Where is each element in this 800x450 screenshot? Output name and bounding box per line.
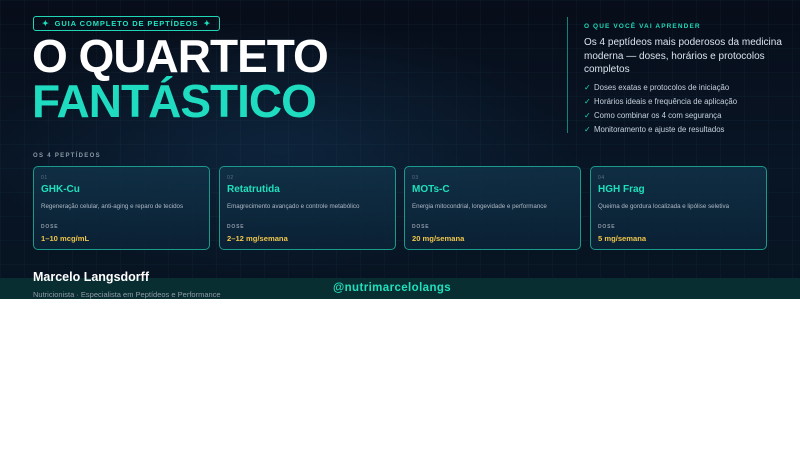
sparkle-icon: ✦	[203, 18, 212, 28]
learn-item-text: Como combinar os 4 com segurança	[594, 110, 722, 120]
dose-value: 20 mg/semana	[412, 234, 465, 243]
learn-item: ✓ Doses exatas e protocolos de iniciação	[584, 81, 737, 95]
learn-label: O QUE VOCÊ VAI APRENDER	[584, 23, 701, 30]
divider	[567, 17, 568, 133]
card-description: Emagrecimento avançado e controle metabó…	[227, 203, 360, 210]
sparkle-icon: ✦	[42, 18, 50, 28]
card-description: Queima de gordura localizada e lipólise …	[598, 203, 730, 210]
dose-value: 2–12 mg/semana	[227, 234, 288, 243]
card-number: 01	[41, 175, 48, 181]
learn-item: ✓ Horários ideais e frequência de aplicaç…	[584, 95, 737, 109]
badge-text: GUIA COMPLETO DE PEPTÍDEOS	[54, 19, 199, 28]
peptide-card: 04 HGH Frag Queima de gordura localizada…	[590, 166, 767, 250]
card-description: Energia mitocondrial, longevidade e perf…	[412, 203, 547, 210]
peptide-card: 03 MOTs-C Energia mitocondrial, longevid…	[404, 166, 581, 250]
author-name: Marcelo Langsdorff	[33, 270, 149, 284]
learn-item-text: Doses exatas e protocolos de iniciação	[594, 83, 730, 93]
author-role: Nutricionista · Especialista em Peptídeo…	[33, 290, 221, 299]
dose-label: DOSE	[598, 224, 616, 230]
section-label: OS 4 PEPTÍDEOS	[33, 153, 101, 159]
dose-label: DOSE	[227, 224, 245, 230]
guide-badge: ✦ GUIA COMPLETO DE PEPTÍDEOS ✦	[33, 16, 221, 31]
title-line-2: FANTÁSTICO	[32, 75, 317, 127]
check-icon: ✓	[584, 83, 591, 93]
check-icon: ✓	[584, 110, 591, 120]
learn-item: ✓ Como combinar os 4 com segurança	[584, 109, 737, 123]
social-handle[interactable]: @nutrimarcelolangs	[333, 282, 451, 294]
learn-item-text: Horários ideais e frequência de aplicaçã…	[594, 97, 738, 107]
card-number: 04	[598, 175, 605, 181]
learn-item: ✓ Monitoramento e ajuste de resultados	[584, 122, 737, 136]
card-name: MOTs-C	[412, 184, 450, 195]
card-description: Regeneração celular, anti-aging e reparo…	[41, 203, 184, 210]
dose-value: 1–10 mcg/mL	[41, 234, 90, 243]
card-number: 03	[412, 175, 419, 181]
dose-label: DOSE	[41, 224, 59, 230]
check-icon: ✓	[584, 124, 591, 134]
card-name: GHK-Cu	[41, 184, 80, 195]
learn-item-text: Monitoramento e ajuste de resultados	[594, 124, 725, 134]
learn-list: ✓ Doses exatas e protocolos de iniciação …	[584, 81, 737, 136]
check-icon: ✓	[584, 97, 591, 107]
hero-slide: ✦ GUIA COMPLETO DE PEPTÍDEOS ✦ O QUARTET…	[0, 0, 800, 299]
dose-value: 5 mg/semana	[598, 234, 647, 243]
card-name: Retatrutida	[227, 184, 280, 195]
learn-intro: Os 4 peptídeos mais poderosos da medicin…	[584, 37, 782, 75]
peptide-card: 01 GHK-Cu Regeneração celular, anti-agin…	[33, 166, 210, 250]
title-line-1: O QUARTETO	[32, 30, 329, 82]
peptide-card: 02 Retatrutida Emagrecimento avançado e …	[219, 166, 396, 250]
card-number: 02	[227, 175, 234, 181]
dose-label: DOSE	[412, 224, 430, 230]
card-name: HGH Frag	[598, 184, 645, 195]
